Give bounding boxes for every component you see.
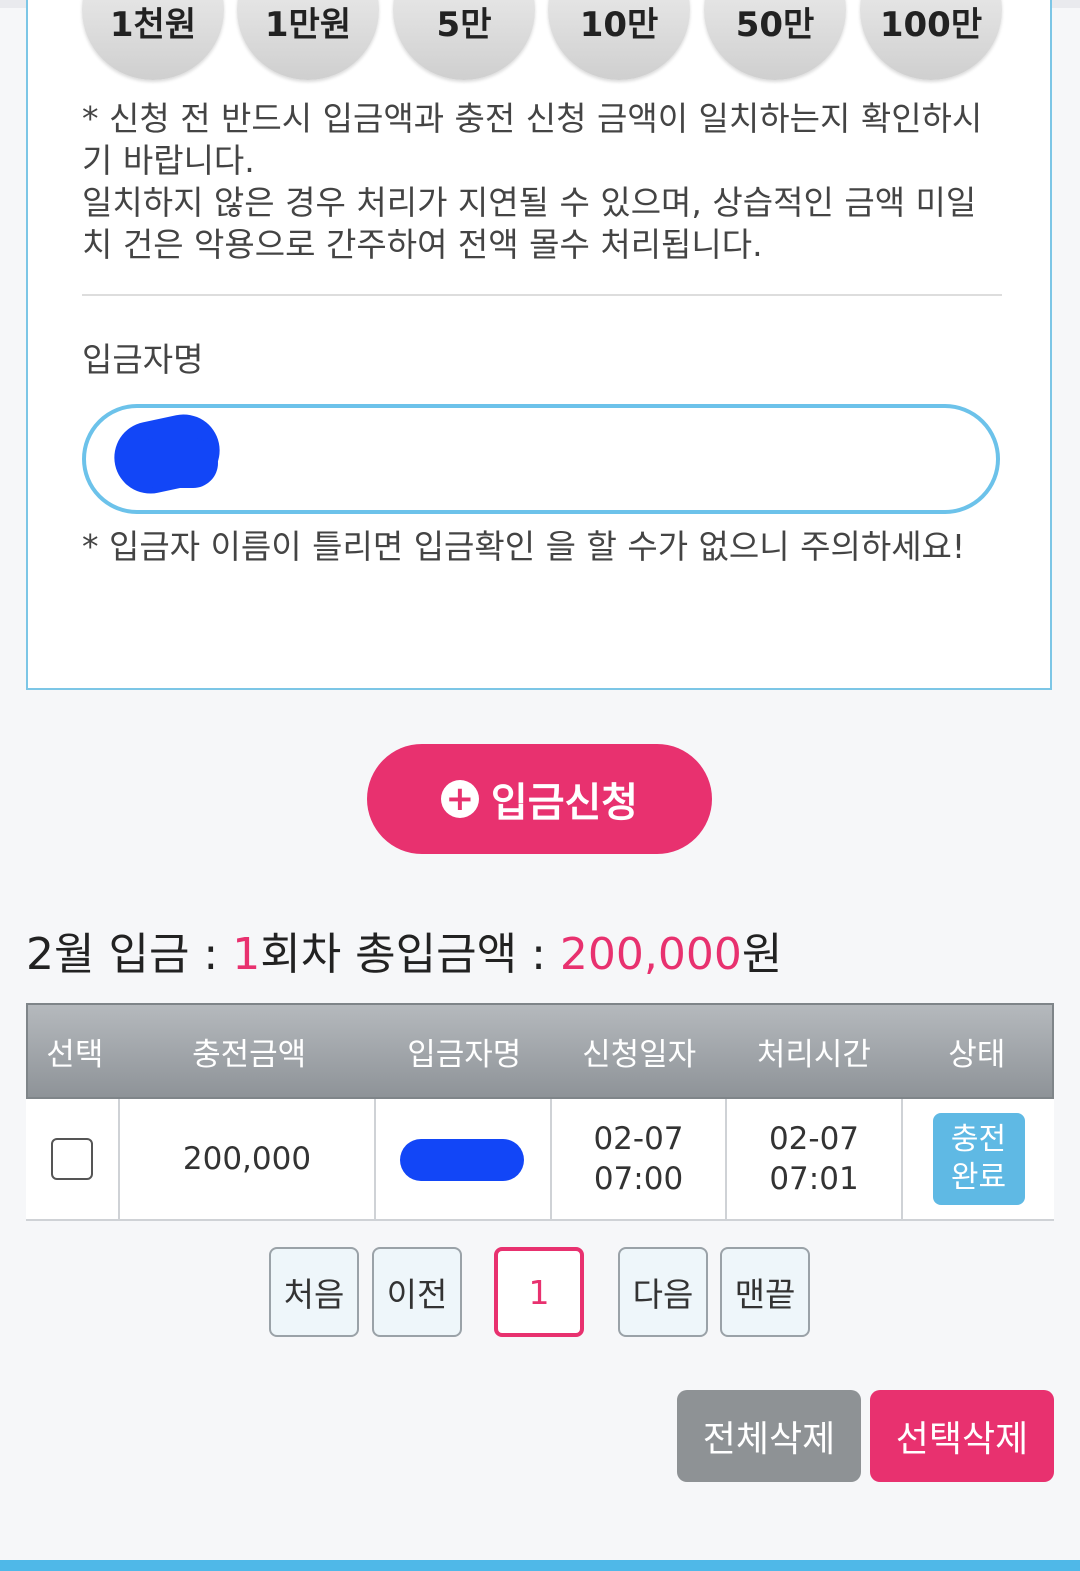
select-cell bbox=[26, 1099, 120, 1219]
notice-line-1: * 신청 전 반드시 입금액과 충전 신청 금액이 일치하는지 확인하시기 바랍… bbox=[82, 99, 983, 180]
monthly-deposit-summary: 2월 입금 : 1회차 총입금액 : 200,000원 bbox=[26, 918, 782, 982]
deposit-history-table: 선택 충전금액 입금자명 신청일자 처리시간 상태 200,000 02-07 … bbox=[26, 1003, 1054, 1221]
redaction-mark bbox=[132, 438, 218, 488]
amount-button-500k[interactable]: 50만 bbox=[704, 0, 846, 80]
row-checkbox[interactable] bbox=[51, 1138, 93, 1180]
deposit-form-panel: 1천원 1만원 5만 10만 50만 100만 * 신청 전 반드시 입금액과 … bbox=[26, 0, 1052, 690]
status-badge: 충전 완료 bbox=[932, 1113, 1025, 1205]
request-time: 07:00 bbox=[593, 1161, 684, 1197]
processed-date: 02-07 bbox=[768, 1121, 860, 1157]
deposit-request-label: 입금신청 bbox=[490, 780, 639, 826]
plus-circle-icon: + bbox=[440, 780, 479, 818]
pagination-first-button[interactable]: 처음 bbox=[269, 1247, 359, 1337]
depositor-cell bbox=[376, 1099, 552, 1219]
summary-count-suffix: 회차 총입금액 : bbox=[260, 929, 560, 980]
processed-time-cell: 02-07 07:01 bbox=[727, 1099, 903, 1219]
amount-cell: 200,000 bbox=[120, 1099, 376, 1219]
bottom-accent-bar bbox=[0, 1560, 1080, 1571]
header-request-date: 신청일자 bbox=[582, 1036, 697, 1073]
pagination-last-button[interactable]: 맨끝 bbox=[720, 1247, 810, 1337]
summary-total-suffix: 원 bbox=[741, 929, 783, 980]
request-date: 02-07 bbox=[593, 1121, 684, 1157]
status-line-2: 완료 bbox=[950, 1160, 1007, 1195]
table-header: 선택 충전금액 입금자명 신청일자 처리시간 상태 bbox=[26, 1003, 1054, 1099]
depositor-name-input[interactable] bbox=[82, 404, 1000, 514]
request-date-cell: 02-07 07:00 bbox=[552, 1099, 727, 1219]
header-select: 선택 bbox=[46, 1036, 104, 1073]
depositor-name-warning: * 입금자 이름이 틀리면 입금확인 을 할 수가 없으니 주의하세요! bbox=[82, 527, 966, 566]
status-line-1: 충전 bbox=[950, 1122, 1007, 1157]
amount-match-notice: * 신청 전 반드시 입금액과 충전 신청 금액이 일치하는지 확인하시기 바랍… bbox=[82, 98, 1002, 266]
processed-time: 07:01 bbox=[769, 1161, 859, 1197]
divider bbox=[82, 294, 1002, 296]
amount-button-row: 1천원 1만원 5만 10만 50만 100만 bbox=[82, 0, 1002, 80]
amount-button-100k[interactable]: 10만 bbox=[548, 0, 690, 80]
header-processed-time: 처리시간 bbox=[756, 1036, 871, 1073]
amount-button-1m[interactable]: 100만 bbox=[860, 0, 1002, 80]
pagination-current-page[interactable]: 1 bbox=[494, 1247, 584, 1337]
amount-button-10k[interactable]: 1만원 bbox=[237, 0, 379, 80]
summary-total: 200,000 bbox=[559, 929, 742, 980]
header-depositor: 입금자명 bbox=[407, 1036, 522, 1073]
header-amount: 충전금액 bbox=[192, 1036, 307, 1073]
depositor-name-label: 입금자명 bbox=[82, 340, 204, 379]
summary-month-prefix: 2월 입금 : bbox=[26, 929, 233, 980]
table-row: 200,000 02-07 07:00 02-07 07:01 충전 완료 bbox=[26, 1099, 1054, 1221]
amount-button-1k[interactable]: 1천원 bbox=[82, 0, 224, 80]
amount-button-50k[interactable]: 5만 bbox=[393, 0, 535, 80]
header-status: 상태 bbox=[948, 1036, 1006, 1073]
redaction-mark bbox=[400, 1139, 524, 1181]
summary-count: 1 bbox=[232, 929, 261, 980]
pagination-next-button[interactable]: 다음 bbox=[618, 1247, 708, 1337]
notice-line-2: 일치하지 않은 경우 처리가 지연될 수 있으며, 상습적인 금액 미일치 건은… bbox=[82, 183, 977, 264]
status-cell: 충전 완료 bbox=[903, 1099, 1054, 1219]
delete-selected-button[interactable]: 선택삭제 bbox=[870, 1390, 1054, 1482]
deposit-request-button[interactable]: + 입금신청 bbox=[367, 744, 712, 854]
pagination-prev-button[interactable]: 이전 bbox=[372, 1247, 462, 1337]
delete-all-button[interactable]: 전체삭제 bbox=[677, 1390, 861, 1482]
